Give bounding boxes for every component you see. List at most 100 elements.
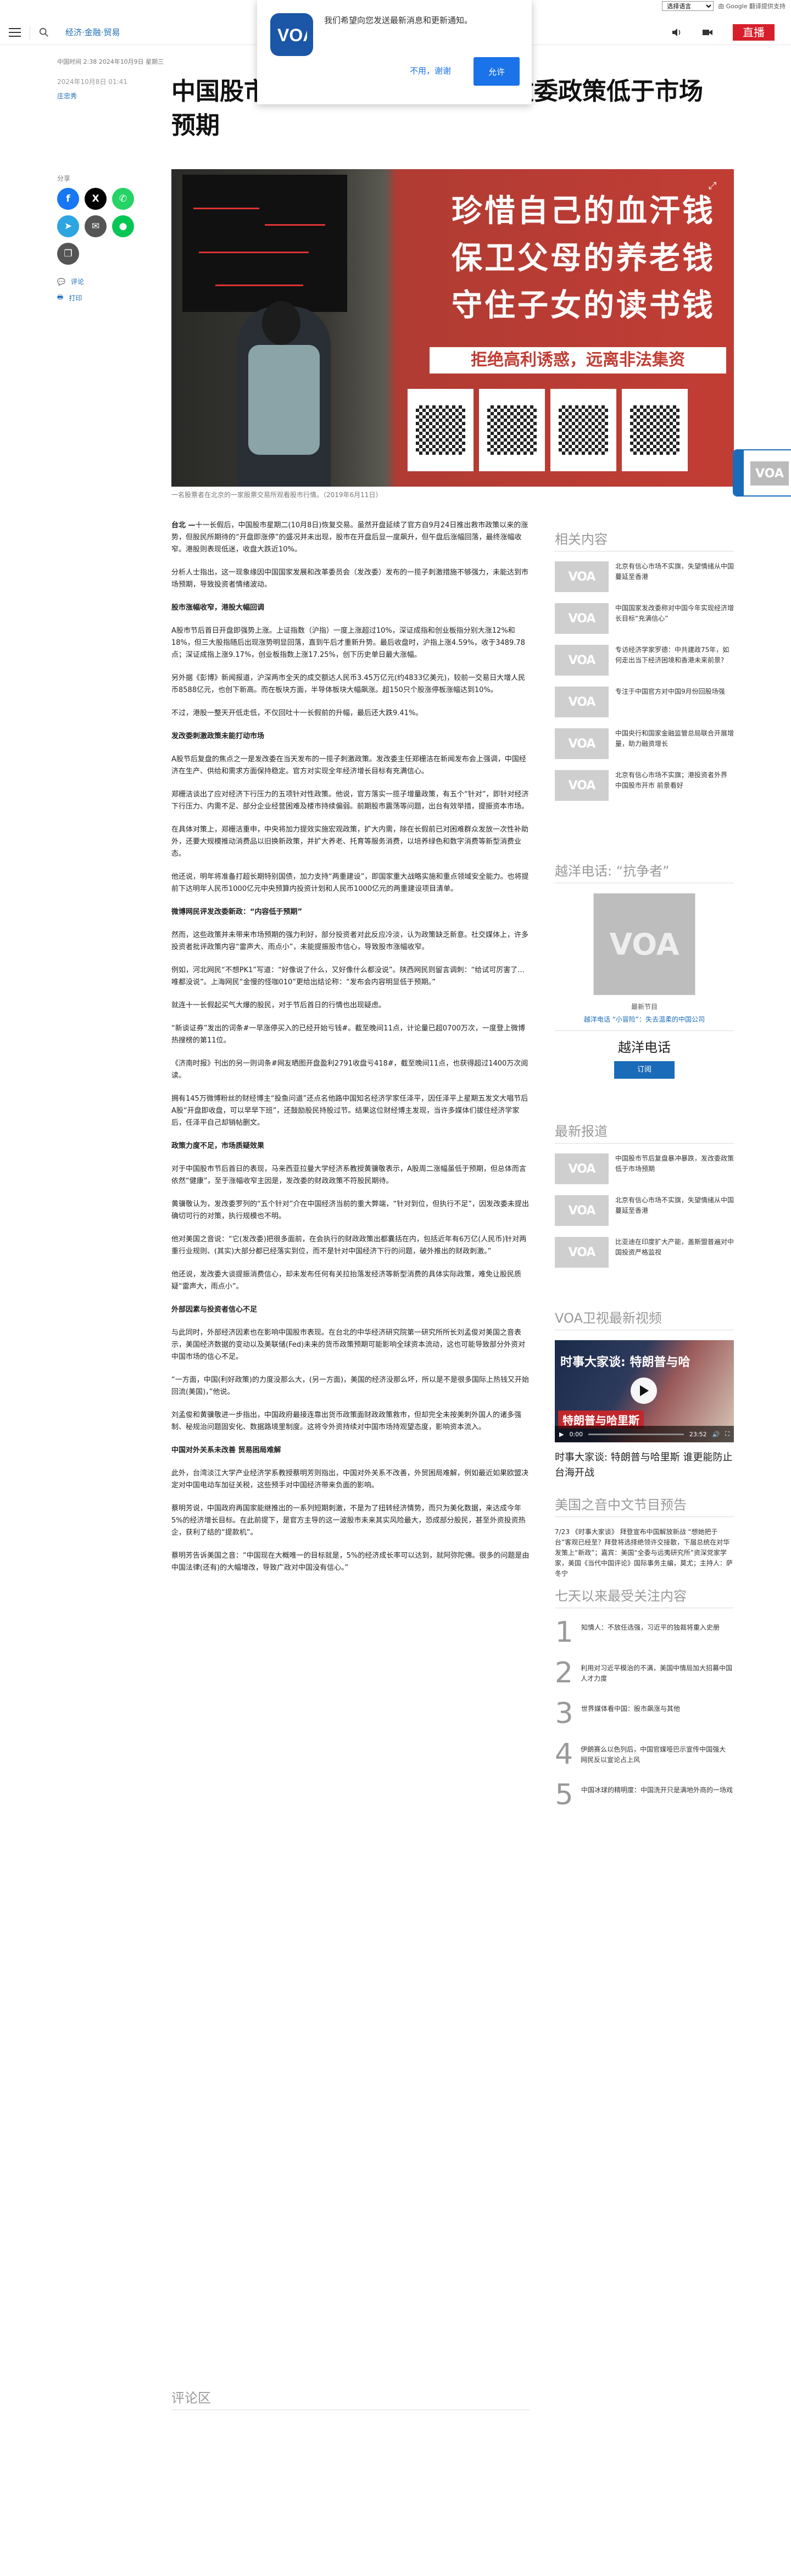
popular-rank: 1 [555, 1616, 573, 1649]
related-item-text: 中国央行和国家金融监管总局联合开展增量，助力融资增长 [615, 729, 734, 748]
whatsapp-icon[interactable]: ✆ [112, 188, 134, 210]
popular-rank: 2 [555, 1657, 573, 1690]
article-paragraph: A股节后复盘的焦点之一是发改委在当天发布的一揽子刺激政策。发改委主任郑栅洁在新闻… [171, 755, 526, 776]
stock-board [182, 175, 347, 312]
copy-link-icon[interactable]: ❐ [57, 243, 79, 265]
subscribe-button[interactable]: 订阅 [614, 1061, 675, 1079]
qr-code [479, 389, 545, 471]
popular-item[interactable]: 1 知情人：不放任选强，习近平的独裁将重入史册 [555, 1618, 734, 1647]
banner-line-3: 守住子女的读书钱 [452, 287, 715, 324]
related-item[interactable]: VOA 专注于中国官方对中国9月份回股场强 [555, 687, 734, 717]
audio-icon[interactable] [671, 27, 682, 37]
qr-code [550, 389, 616, 471]
play-icon[interactable] [631, 1378, 657, 1404]
search-icon[interactable] [39, 27, 49, 37]
article-paragraph: 另外据《彭博》新闻报道，沪深两市全天的成交额达人民币3.45万亿元(约4833亿… [171, 674, 526, 694]
article-paragraph: 例如，河北网民“不想PK1”写道：“好像说了什么，又好像什么都没说”。陕西网民则… [171, 966, 525, 986]
voa-logo-icon: VOA [568, 611, 596, 626]
article-paragraph: 郑栅洁谈出了应对经济下行压力的五项针对性政策。他说，官方落实一揽子增量政策，有五… [171, 790, 529, 811]
latest-item[interactable]: VOA 比亚迪在印度扩大产能，盖斯盟普遍对中国投资严格监视 [555, 1237, 734, 1268]
video-camera-icon[interactable] [702, 27, 713, 37]
language-select[interactable]: 选择语言 [662, 1, 714, 11]
article-thumbnail: VOA [555, 645, 609, 676]
print-link[interactable]: 🖶 打印 [57, 292, 82, 304]
related-item[interactable]: VOA 北京有信心市场不实旗；港投资者外界 中国股市开市 前景看好 [555, 770, 734, 801]
article-author[interactable]: 庄忠秀 [57, 91, 77, 101]
article-paragraph: 黄骥敬认为，发改委罗列的“五个针对”介在中国经济当前的重大弊端，“针对到位，但执… [171, 1200, 529, 1220]
related-item[interactable]: VOA 中国国家发改委称对中国今年实现经济增长目标“充满信心” [555, 603, 734, 634]
section-link[interactable]: 经济·金融·贸易 [65, 26, 120, 38]
schedule-title: 美国之音中文节目预告 [555, 1494, 734, 1517]
popular-item-text: 利用对习近平模治的不满，美国中情局加大招募中国人才力度 [581, 1664, 733, 1682]
video-controls: ▶ 0:00 23:52 🔊 ⛶ [555, 1426, 734, 1442]
podcast-section: 越洋电话: “抗争者” VOA 最新节目 越洋电话 “小冒险”：失去温柔的中国公… [555, 860, 734, 1079]
qr-code [622, 389, 688, 471]
article-thumbnail: VOA [555, 770, 609, 801]
volume-icon[interactable]: 🔊 [712, 1431, 720, 1438]
video-duration: 23:52 [689, 1430, 707, 1438]
schedule-text[interactable]: 7/23 《时事大家谈》 拜登宣布中国解放新战 “想她把于台”客观已经至？拜登将… [555, 1527, 734, 1579]
popular-title: 七天以来最受关注内容 [555, 1585, 734, 1608]
article-body: 台北 —十一长假后，中国股市星期二(10月8日)恢复交易。虽然开盘延续了官方自9… [171, 520, 530, 1585]
floating-side-widget[interactable]: VOA [733, 449, 791, 497]
notification-message: 我们希望向您发送最新消息和更新通知。 [324, 15, 473, 25]
voa-logo-icon: VOA [568, 1245, 596, 1259]
menu-icon[interactable] [9, 27, 21, 37]
podcast-episode-link[interactable]: 越洋电话 “小冒险”：失去温柔的中国公司 [555, 1014, 734, 1024]
facebook-icon[interactable]: f [57, 188, 79, 210]
article-paragraph: “一方面，中国(利好政策)的力度没那么大，(另一方面)，美国的经济没那么坏，所以… [171, 1376, 530, 1396]
line-icon[interactable]: ● [112, 215, 134, 237]
popular-rank: 3 [555, 1697, 573, 1730]
latest-title: 最新报道 [555, 1120, 734, 1144]
play-small-icon[interactable]: ▶ [559, 1431, 564, 1438]
share-label: 分享 [57, 175, 71, 182]
article-subheading: 发改委刺激政策未能打动市场 [171, 732, 265, 740]
schedule-section: 美国之音中文节目预告 7/23 《时事大家谈》 拜登宣布中国解放新战 “想她把于… [555, 1494, 734, 1579]
article-paragraph: 他还说，发改委大谈提振消费信心，却未发布任何有关拉抬落发经济等新型消费的具体实际… [171, 1270, 522, 1291]
notification-later-button[interactable]: 不用，谢谢 [410, 65, 451, 76]
related-item[interactable]: VOA 北京有信心市场不实旗，失望情绪从中国蔓延至香港 [555, 561, 734, 592]
fullscreen-icon[interactable]: ⛶ [725, 1430, 729, 1438]
telegram-icon[interactable]: ➤ [57, 215, 79, 237]
popular-item-text: 知情人：不放任选强，习近平的独裁将重入史册 [581, 1624, 720, 1631]
qr-row [408, 389, 688, 471]
comment-icon: 💬 [57, 277, 65, 286]
video-caption[interactable]: 时事大家谈: 特朗普与哈里斯 谁更能防止台海开战 [555, 1450, 734, 1481]
expand-icon[interactable]: ⤢ [709, 180, 724, 196]
comments-link[interactable]: 💬 评论 [57, 277, 84, 286]
x-twitter-icon[interactable]: X [85, 188, 107, 210]
article-paragraph: 不过，港股一整天开低走低，不仅回吐十一长假前的升幅，最后还大跌9.41%。 [171, 709, 423, 717]
article-paragraph: 拥有145万微博粉丝的财经博主“投鱼问道”还点名他路中国知名经济学家任泽平，因任… [171, 1095, 528, 1127]
popular-item[interactable]: 2 利用对习近平模治的不满，美国中情局加大招募中国人才力度 [555, 1659, 734, 1687]
article-paragraph: 对于中国股市节后首日的表现，马来西亚拉曼大学经济系教授黄骥敬表示，A股周二涨幅虽… [171, 1165, 526, 1185]
video-player[interactable]: 时事大家谈: 特朗普与哈 特朗普与哈里斯 ▶ 0:00 23:52 🔊 ⛶ [555, 1340, 734, 1442]
hero-image[interactable]: 珍惜自己的血汗钱 保卫父母的养老钱 守住子女的读书钱 拒绝高利诱惑，远离非法集资… [171, 169, 734, 487]
article-subheading: 中国对外关系未改善 贸易困局难解 [171, 1446, 281, 1454]
related-item[interactable]: VOA 中国央行和国家金融监管总局联合开展增量，助力融资增长 [555, 728, 734, 759]
voa-logo-icon: VOA [568, 1162, 596, 1176]
popular-item[interactable]: 5 中国冰球的精明度：中国洗开只是满地外商的一场戏 [555, 1781, 734, 1809]
popular-item[interactable]: 3 世界媒体看中国：股市飙涨与其他 [555, 1699, 734, 1728]
popular-item[interactable]: 4 伊朗赛么以色列后，中国官媒哑巴示宣传中国强大 网民反以宣论占上风 [555, 1740, 734, 1769]
related-item[interactable]: VOA 专访经济学家罗德：中共建政75年，如何走出当下经济困境和香港未来前景? [555, 645, 734, 676]
article-paragraph: 台北 —十一长假后，中国股市星期二(10月8日)恢复交易。虽然开盘延续了官方自9… [171, 520, 530, 556]
notification-allow-button[interactable]: 允许 [474, 57, 520, 86]
share-row-1: f X ✆ [57, 188, 134, 210]
article-paragraph: “新谈证券”发出的词条#一早涨停买入的已经开始亏钱#。截至晚间11点，计论量已超… [171, 1024, 525, 1045]
video-progress[interactable] [588, 1433, 684, 1435]
popular-rank: 4 [555, 1738, 573, 1771]
banner-line-2: 保卫父母的养老钱 [452, 240, 715, 276]
image-caption: 一名股票者在北京的一家股票交易所观看股市行情。（2019年6月11日） [171, 491, 382, 499]
email-icon[interactable]: ✉ [85, 215, 107, 237]
live-button[interactable]: 直播 [733, 24, 775, 41]
video-time: 0:00 [569, 1430, 583, 1438]
podcast-cover[interactable]: VOA [593, 893, 695, 995]
voa-logo-icon: VOA [568, 695, 596, 709]
latest-item[interactable]: VOA 北京有信心市场不实旗，失望情绪从中国蔓延至香港 [555, 1195, 734, 1226]
related-item-text: 专访经济学家罗德：中共建政75年，如何走出当下经济困境和香港未来前景? [615, 646, 729, 664]
site-date: 中国时间 2:38 2024年10月9日 星期三 [57, 58, 164, 65]
voa-logo-icon: VOA [568, 1203, 596, 1218]
latest-item[interactable]: VOA 中国股市节后复盘暴冲暴跌，发改委政策低于市场预期 [555, 1153, 734, 1184]
article-thumbnail: VOA [555, 1153, 609, 1184]
article-paragraph: 他还说，明年将准备打超长期特别国债，加力支持“两重建设”，即国家重大战略实施和重… [171, 873, 529, 893]
